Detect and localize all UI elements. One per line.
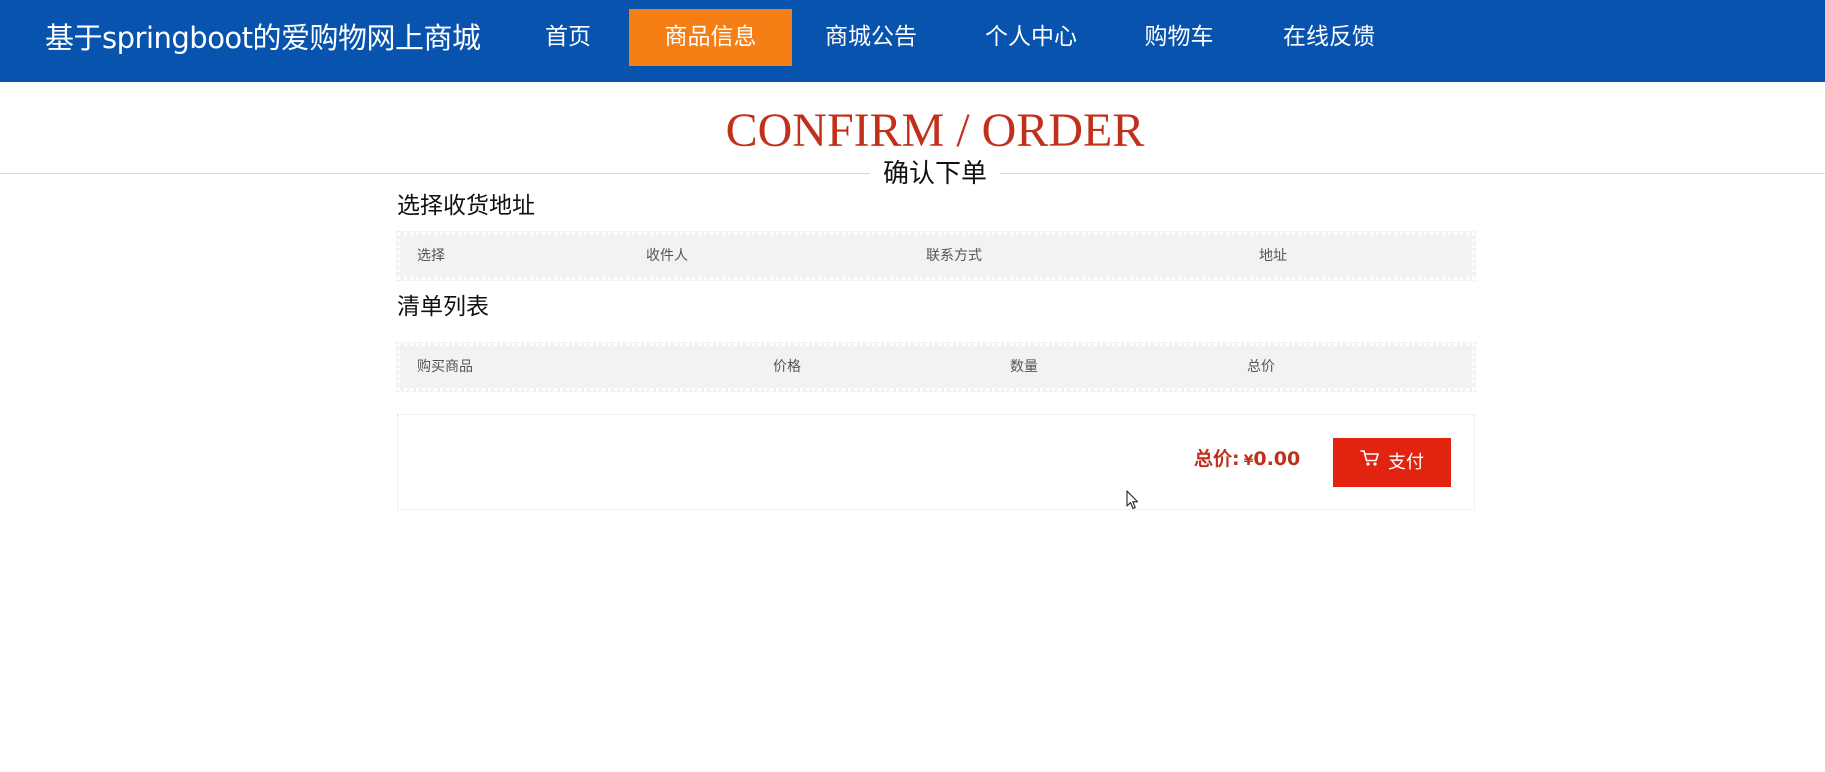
pay-button[interactable]: 支付 <box>1333 438 1451 487</box>
nav-item-personal-center[interactable]: 个人中心 <box>972 9 1090 66</box>
mouse-pointer-icon <box>1126 490 1140 510</box>
nav-item-cart[interactable]: 购物车 <box>1132 9 1226 66</box>
column-header-address: 地址 <box>1259 248 1287 264</box>
column-header-recipient: 收件人 <box>646 248 688 264</box>
nav-item-feedback[interactable]: 在线反馈 <box>1270 9 1388 66</box>
nav-item-products[interactable]: 商品信息 <box>629 9 792 66</box>
total-label: 总价: <box>1194 448 1240 470</box>
column-header-select: 选择 <box>417 248 445 264</box>
column-header-subtotal: 总价 <box>1247 359 1275 375</box>
order-list-table-header: 购买商品 价格 数量 总价 <box>396 342 1476 392</box>
currency-symbol: ¥ <box>1243 453 1254 469</box>
order-summary-box <box>397 414 1475 510</box>
total-value: 0.00 <box>1253 448 1301 470</box>
top-navigation-bar: 基于springboot的爱购物网上商城 首页 商品信息 商城公告 个人中心 购… <box>0 0 1825 82</box>
page-title-english: CONFIRM / ORDER <box>725 104 1145 157</box>
site-title[interactable]: 基于springboot的爱购物网上商城 <box>45 20 481 56</box>
nav-item-announcements[interactable]: 商城公告 <box>812 9 930 66</box>
address-table-header: 选择 收件人 联系方式 地址 <box>396 231 1476 281</box>
order-total: 总价: ¥0.00 <box>1194 446 1300 474</box>
column-header-contact: 联系方式 <box>926 248 982 264</box>
address-section-title: 选择收货地址 <box>397 193 535 219</box>
column-header-price: 价格 <box>773 359 801 375</box>
order-list-section-title: 清单列表 <box>397 294 489 320</box>
column-header-product: 购买商品 <box>417 359 473 375</box>
pay-button-label: 支付 <box>1388 452 1424 473</box>
page-title-chinese: 确认下单 <box>870 157 1000 191</box>
nav-item-home[interactable]: 首页 <box>526 9 610 66</box>
cart-icon <box>1360 437 1380 486</box>
column-header-quantity: 数量 <box>1010 359 1038 375</box>
